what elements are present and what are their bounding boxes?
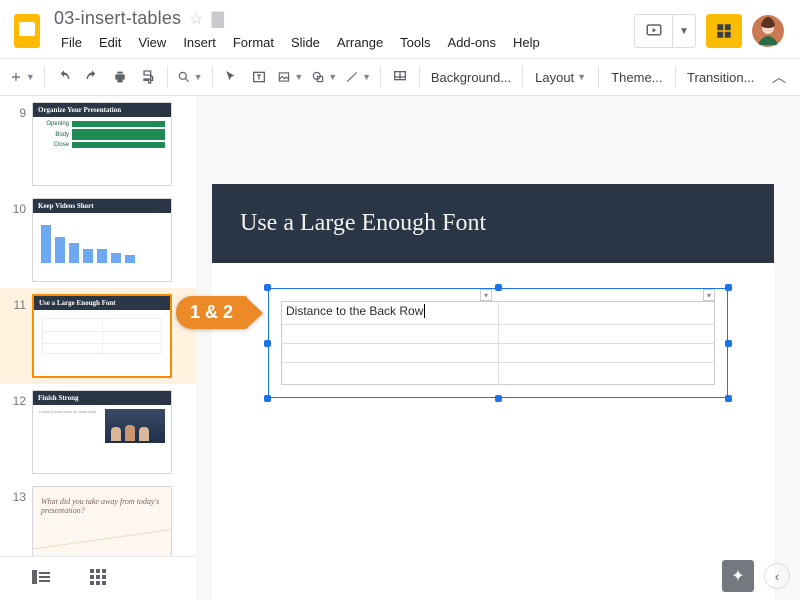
explore-button[interactable]: ✦ bbox=[722, 560, 754, 592]
share-button[interactable] bbox=[706, 14, 742, 48]
menu-view[interactable]: View bbox=[131, 31, 173, 54]
star-icon[interactable]: ☆ bbox=[189, 9, 203, 29]
callout-label: 1 & 2 bbox=[176, 296, 247, 329]
column-handle-icon[interactable]: ▾ bbox=[703, 289, 715, 301]
layout-button[interactable]: Layout▼ bbox=[529, 64, 592, 90]
undo-button[interactable] bbox=[51, 64, 77, 90]
transition-button[interactable]: Transition... bbox=[682, 64, 760, 90]
slide-thumb-9[interactable]: 9 Organize Your Presentation Opening Bod… bbox=[0, 96, 196, 192]
bottom-right-controls: ✦ ‹ bbox=[722, 560, 790, 592]
toolbar: ▼ ▼ ▼ ▼ ▼ Background... Layout▼ Theme...… bbox=[0, 58, 800, 96]
present-caret[interactable]: ▼ bbox=[673, 26, 695, 37]
slide-thumb-11[interactable]: 11 Use a Large Enough Font bbox=[0, 288, 196, 384]
present-split-button: ▼ bbox=[634, 14, 696, 48]
collapse-toolbar-button[interactable]: ︿ bbox=[764, 63, 794, 91]
menu-help[interactable]: Help bbox=[506, 31, 547, 54]
shape-tool[interactable]: ▼ bbox=[308, 64, 340, 90]
background-button[interactable]: Background... bbox=[426, 64, 516, 90]
share-icon bbox=[715, 22, 733, 40]
titlebar: 03-insert-tables ☆ ▇ File Edit View Inse… bbox=[0, 0, 800, 58]
menu-arrange[interactable]: Arrange bbox=[330, 31, 390, 54]
step-callout: 1 & 2 bbox=[176, 296, 263, 329]
filmstrip-view-bar bbox=[0, 556, 196, 600]
comment-button[interactable] bbox=[387, 64, 413, 90]
print-button[interactable] bbox=[107, 64, 133, 90]
column-handle-icon[interactable]: ▾ bbox=[480, 289, 492, 301]
slide-title[interactable]: Use a Large Enough Font bbox=[212, 184, 774, 263]
menu-tools[interactable]: Tools bbox=[393, 31, 437, 54]
filmstrip[interactable]: 9 Organize Your Presentation Opening Bod… bbox=[0, 96, 196, 600]
menu-file[interactable]: File bbox=[54, 31, 89, 54]
zoom-button[interactable]: ▼ bbox=[174, 64, 206, 90]
menu-insert[interactable]: Insert bbox=[176, 31, 223, 54]
account-avatar[interactable] bbox=[752, 15, 784, 47]
new-slide-button[interactable]: ▼ bbox=[6, 64, 38, 90]
filmstrip-view-button[interactable] bbox=[32, 570, 50, 587]
textbox-tool[interactable] bbox=[246, 64, 272, 90]
slide-thumb-10[interactable]: 10 Keep Videos Short bbox=[0, 192, 196, 288]
title-actions: ▼ bbox=[634, 14, 790, 48]
present-icon bbox=[645, 22, 663, 40]
doc-title[interactable]: 03-insert-tables bbox=[54, 8, 181, 29]
menu-addons[interactable]: Add-ons bbox=[441, 31, 503, 54]
redo-button[interactable] bbox=[79, 64, 105, 90]
present-button[interactable] bbox=[635, 15, 673, 47]
menu-slide[interactable]: Slide bbox=[284, 31, 327, 54]
menu-format[interactable]: Format bbox=[226, 31, 281, 54]
side-panel-toggle[interactable]: ‹ bbox=[764, 563, 790, 589]
table-cell-edit[interactable]: Distance to the Back Row bbox=[286, 304, 425, 318]
paint-format-button[interactable] bbox=[135, 64, 161, 90]
image-tool[interactable]: ▼ bbox=[274, 64, 306, 90]
table-selection[interactable]: ▾ ▾ Distance to the Back Row bbox=[268, 288, 728, 398]
grid-view-button[interactable] bbox=[90, 569, 106, 588]
slide-thumb-12[interactable]: 12 Finish Strong Lorem ipsum dolor sit a… bbox=[0, 384, 196, 480]
title-area: 03-insert-tables ☆ ▇ File Edit View Inse… bbox=[48, 8, 634, 54]
line-tool[interactable]: ▼ bbox=[342, 64, 374, 90]
menu-bar: File Edit View Insert Format Slide Arran… bbox=[54, 31, 634, 54]
menu-edit[interactable]: Edit bbox=[92, 31, 128, 54]
folder-icon[interactable]: ▇ bbox=[212, 9, 224, 29]
select-tool[interactable] bbox=[218, 64, 244, 90]
theme-button[interactable]: Theme... bbox=[605, 64, 668, 90]
slides-logo[interactable] bbox=[6, 10, 48, 52]
